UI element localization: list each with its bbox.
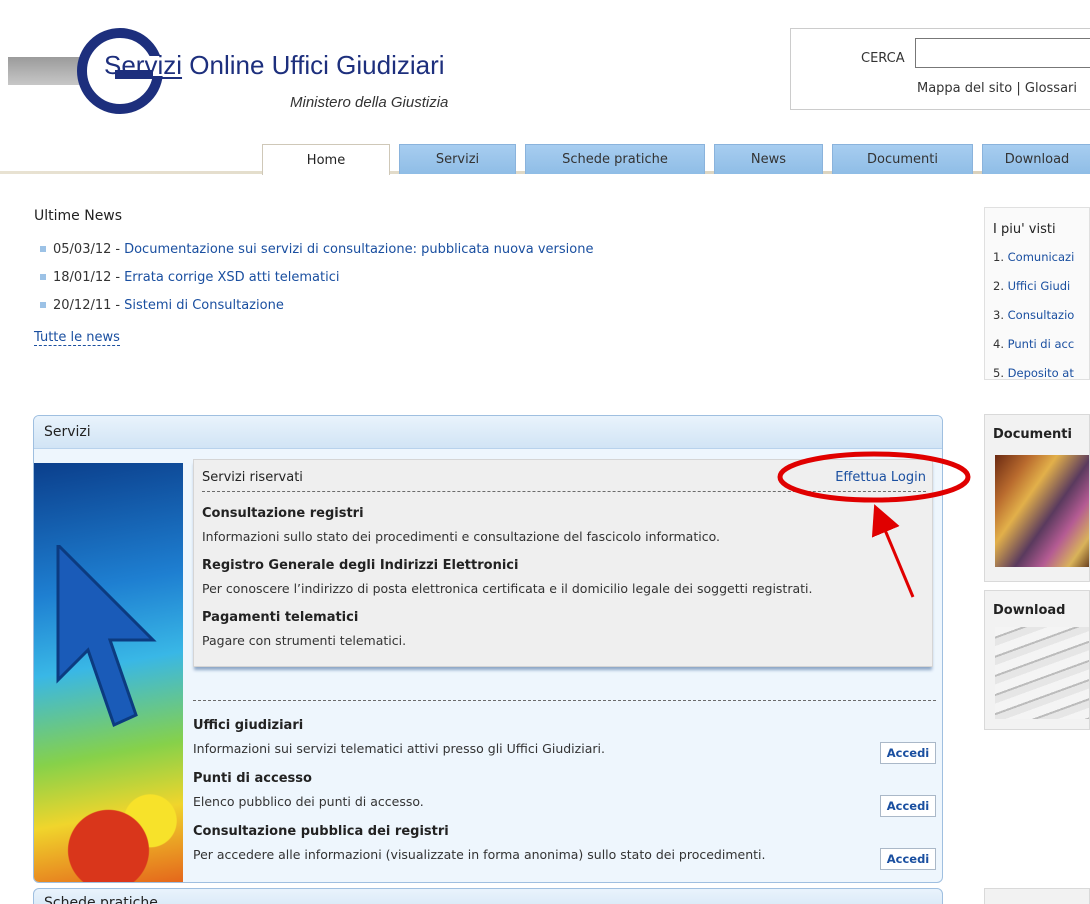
news-title: Ultime News <box>34 208 123 224</box>
news-link[interactable]: Sistemi di Consultazione <box>124 298 284 313</box>
news-list: 05/03/12 - Documentazione sui servizi di… <box>40 235 593 319</box>
servizi-title: Servizi <box>34 416 942 449</box>
piu-visti-item[interactable]: 2. Uffici Giudi <box>993 279 1074 308</box>
logo-bar <box>8 57 80 85</box>
piu-visti-item[interactable]: 4. Punti di acc <box>993 337 1074 366</box>
item-link[interactable]: Deposito at <box>1008 366 1074 379</box>
news-separator: - <box>115 241 121 257</box>
piu-visti-item[interactable]: 1. Comunicazi <box>993 250 1074 279</box>
piu-visti-list: 1. Comunicazi 2. Uffici Giudi 3. Consult… <box>993 250 1074 380</box>
glossary-link[interactable]: Glossari <box>1025 81 1077 96</box>
news-separator: - <box>115 297 121 313</box>
public-service-item: Uffici giudiziari Informazioni sui servi… <box>193 718 936 764</box>
servizi-riservati-box: Servizi riservati Effettua Login Consult… <box>193 459 933 667</box>
public-service-title: Uffici giudiziari <box>193 718 304 733</box>
news-date: 20/12/11 <box>53 297 112 313</box>
piu-visti-item[interactable]: 5. Deposito at <box>993 366 1074 380</box>
link-separator: | <box>1016 81 1021 96</box>
search-box: CERCA Mappa del sito | Glossari <box>790 28 1090 110</box>
dashed-divider <box>193 700 936 701</box>
documenti-image[interactable] <box>995 455 1089 567</box>
piu-visti-title: I piu' visti <box>993 222 1056 237</box>
public-service-item: Consultazione pubblica dei registri Per … <box>193 824 936 870</box>
tab-news[interactable]: News <box>714 144 823 174</box>
riservati-item-title: Consultazione registri <box>202 506 364 521</box>
tab-servizi[interactable]: Servizi <box>399 144 516 174</box>
news-date: 18/01/12 <box>53 269 112 285</box>
news-link[interactable]: Errata corrige XSD atti telematici <box>124 270 339 285</box>
riservati-item-desc: Informazioni sullo stato dei procediment… <box>202 529 720 544</box>
public-service-desc: Per accedere alle informazioni (visualiz… <box>193 847 766 862</box>
keyboard-image[interactable] <box>995 627 1089 719</box>
accedi-button[interactable]: Accedi <box>880 848 936 870</box>
documenti-title: Documenti <box>993 427 1072 442</box>
accedi-button[interactable]: Accedi <box>880 742 936 764</box>
news-item: 20/12/11 - Sistemi di Consultazione <box>40 291 593 319</box>
public-service-title: Punti di accesso <box>193 771 312 786</box>
item-link[interactable]: Comunicazi <box>1008 250 1075 264</box>
download-box: Download <box>984 590 1090 730</box>
header-links: Mappa del sito | Glossari <box>917 81 1077 96</box>
riservati-item: Pagamenti telematici Pagare con strument… <box>202 610 406 648</box>
accedi-button[interactable]: Accedi <box>880 795 936 817</box>
search-input[interactable] <box>915 38 1090 68</box>
servizi-image <box>34 463 183 882</box>
news-link[interactable]: Documentazione sui servizi di consultazi… <box>124 242 593 257</box>
item-link[interactable]: Consultazio <box>1008 308 1075 322</box>
item-link[interactable]: Uffici Giudi <box>1008 279 1071 293</box>
tab-download[interactable]: Download <box>982 144 1090 174</box>
sidebar-box <box>984 888 1090 904</box>
public-service-desc: Elenco pubblico dei punti di accesso. <box>193 794 424 809</box>
riservati-item-desc: Per conoscere l’indirizzo di posta elett… <box>202 581 813 596</box>
site-subtitle: Ministero della Giustizia <box>290 94 449 111</box>
schede-pratiche-panel: Schede pratiche <box>33 888 943 904</box>
riservati-item-title: Pagamenti telematici <box>202 610 359 625</box>
item-number: 5. <box>993 366 1004 380</box>
download-title: Download <box>993 603 1066 618</box>
site-map-link[interactable]: Mappa del sito <box>917 81 1012 96</box>
bullet-icon <box>40 302 46 308</box>
riservati-item-desc: Pagare con strumenti telematici. <box>202 633 407 648</box>
piu-visti-box: I piu' visti 1. Comunicazi 2. Uffici Giu… <box>984 207 1090 380</box>
bullet-icon <box>40 274 46 280</box>
riservati-header: Servizi riservati Effettua Login <box>202 470 926 492</box>
item-number: 3. <box>993 308 1004 322</box>
bullet-icon <box>40 246 46 252</box>
news-item: 18/01/12 - Errata corrige XSD atti telem… <box>40 263 593 291</box>
site-title[interactable]: Servizi Online Uffici Giudiziari <box>104 50 445 81</box>
public-service-item: Punti di accesso Elenco pubblico dei pun… <box>193 771 936 817</box>
cursor-arrow-icon <box>56 545 157 728</box>
main-nav: Home Servizi Schede pratiche News Docume… <box>262 144 1090 175</box>
public-service-title: Consultazione pubblica dei registri <box>193 824 449 839</box>
news-date: 05/03/12 <box>53 241 112 257</box>
riservati-item: Registro Generale degli Indirizzi Elettr… <box>202 558 812 596</box>
news-separator: - <box>115 269 121 285</box>
item-number: 4. <box>993 337 1004 351</box>
news-item: 05/03/12 - Documentazione sui servizi di… <box>40 235 593 263</box>
riservati-item-title: Registro Generale degli Indirizzi Elettr… <box>202 558 519 573</box>
public-service-desc: Informazioni sui servizi telematici atti… <box>193 741 605 756</box>
tab-home[interactable]: Home <box>262 144 390 175</box>
tab-schede-pratiche[interactable]: Schede pratiche <box>525 144 705 174</box>
all-news-link[interactable]: Tutte le news <box>34 330 120 346</box>
item-link[interactable]: Punti di acc <box>1008 337 1075 351</box>
riservati-item: Consultazione registri Informazioni sull… <box>202 506 720 544</box>
search-label: CERCA <box>861 51 905 66</box>
tab-documenti[interactable]: Documenti <box>832 144 973 174</box>
piu-visti-item[interactable]: 3. Consultazio <box>993 308 1074 337</box>
documenti-box: Documenti <box>984 414 1090 582</box>
item-number: 1. <box>993 250 1004 264</box>
item-number: 2. <box>993 279 1004 293</box>
login-link[interactable]: Effettua Login <box>835 470 926 485</box>
riservati-title: Servizi riservati <box>202 470 303 485</box>
